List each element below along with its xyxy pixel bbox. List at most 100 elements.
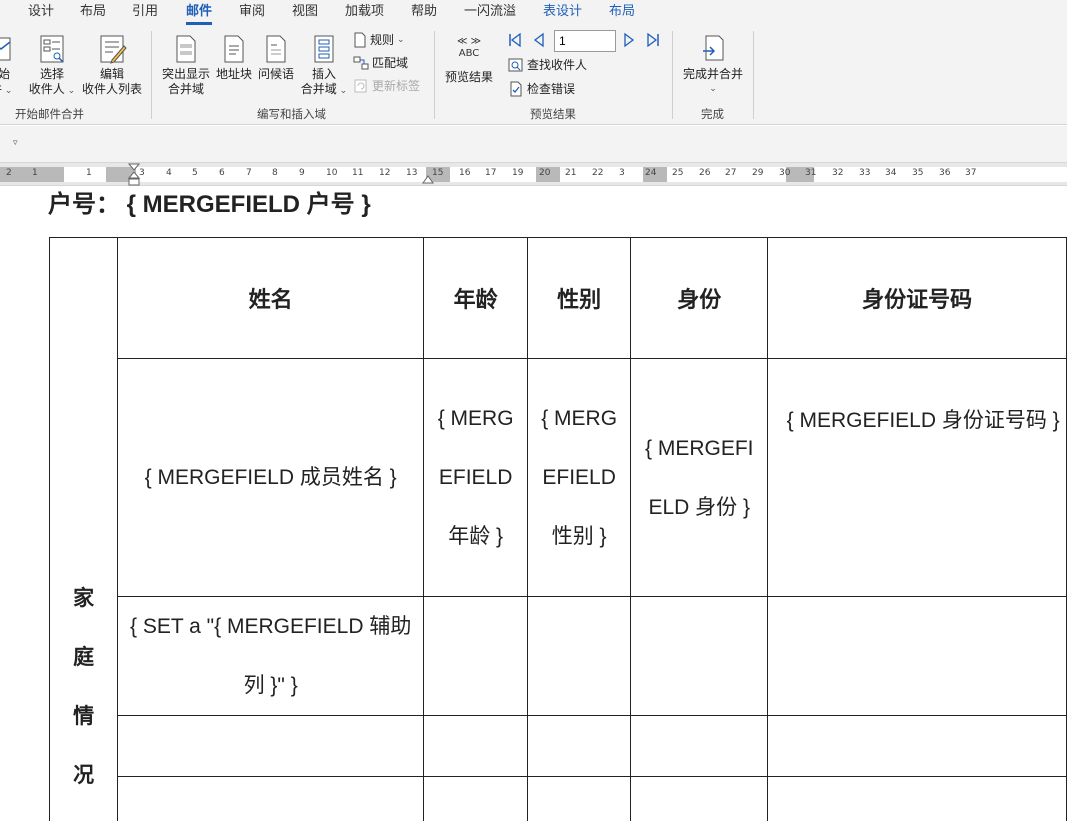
horizontal-ruler[interactable]: 2 1 1 3 4 5 6 7 8 9 10 11 12 13 15 16 17 19 20 21 22 3 24 25 26 2… <box>0 162 1067 186</box>
tab-review[interactable]: 审阅 <box>239 3 265 23</box>
table-row: { SET a "{ MERGEFIELD 辅助列 }" } <box>50 596 1067 716</box>
set-helper-field[interactable]: { SET a "{ MERGEFIELD 辅助列 }" } <box>117 596 425 716</box>
table-cell[interactable] <box>117 715 425 777</box>
find-recipient-button[interactable]: 查找收件人 <box>508 55 587 75</box>
group-separator <box>672 31 673 119</box>
table-cell[interactable] <box>767 715 1067 777</box>
insert-merge-field-button[interactable]: 插入 合并域 ⌄ <box>298 34 350 99</box>
table-cell[interactable] <box>117 776 425 821</box>
highlight-fields-label-1: 突出显示 <box>161 67 210 81</box>
ruler-number: 3 <box>139 168 145 178</box>
ruler-number: 21 <box>565 168 577 178</box>
tab-layout[interactable]: 布局 <box>80 3 106 23</box>
family-info-table-wrap: 家 庭 情 况 姓名 年龄 性别 身份 身份证号码 { MERGEFIELD 成… <box>48 237 1067 821</box>
table-cell[interactable] <box>527 596 632 716</box>
ruler-number: 13 <box>406 168 418 178</box>
last-record-icon[interactable] <box>645 32 661 48</box>
start-mail-merge-button[interactable]: 始 并 ⌄ <box>0 34 12 99</box>
ruler-number: 24 <box>645 168 657 178</box>
side-label-char: 况 <box>73 764 95 787</box>
record-number-input[interactable] <box>554 30 616 52</box>
match-fields-icon <box>353 56 369 70</box>
tab-references[interactable]: 引用 <box>132 3 158 23</box>
update-labels-button[interactable]: 更新标签 <box>353 76 420 96</box>
ruler-number: 1 <box>32 168 38 178</box>
tab-yishan[interactable]: 一闪流溢 <box>464 3 516 23</box>
ruler-number: 31 <box>805 168 817 178</box>
greeting-line-button[interactable]: 问候语 <box>256 34 296 82</box>
tab-mailings[interactable]: 邮件 <box>186 3 213 25</box>
ruler-number: 35 <box>912 168 924 178</box>
match-fields-label: 匹配域 <box>372 56 409 70</box>
ruler-number: 8 <box>272 168 278 178</box>
tab-addins[interactable]: 加载项 <box>345 3 384 23</box>
family-situation-label-cell[interactable]: 家 庭 情 况 <box>48 237 119 821</box>
header-name[interactable]: 姓名 <box>117 237 425 359</box>
ruler-number: 34 <box>885 168 897 178</box>
highlight-fields-label-2: 合并域 <box>167 82 204 96</box>
identity-field[interactable]: { MERGEFIELD 身份 } <box>630 358 769 597</box>
id-number-field[interactable]: { MERGEFIELD 身份证号码 } <box>767 358 1067 597</box>
ruler-number: 12 <box>379 168 391 178</box>
tab-table-layout[interactable]: 布局 <box>609 3 635 23</box>
edit-list-icon <box>100 35 127 64</box>
ribbon-tab-bar: 设计 布局 引用 邮件 审阅 视图 加载项 帮助 一闪流溢 表设计 布局 <box>0 0 1067 26</box>
table-cell[interactable] <box>423 715 529 777</box>
customize-toolbar-icon[interactable]: ▿ <box>13 138 18 148</box>
ruler-number: 33 <box>859 168 871 178</box>
select-recipients-button[interactable]: 选择 收件人 ⌄ <box>26 34 78 99</box>
table-cell[interactable] <box>767 596 1067 716</box>
member-name-field[interactable]: { MERGEFIELD 成员姓名 } <box>117 358 425 597</box>
insert-field-label-1: 插入 <box>311 67 336 81</box>
start-merge-label-1: 始 <box>0 67 10 81</box>
previous-record-icon[interactable] <box>531 32 547 48</box>
table-cell[interactable] <box>630 776 769 821</box>
first-record-icon[interactable] <box>507 32 523 48</box>
family-info-table[interactable]: 家 庭 情 况 姓名 年龄 性别 身份 身份证号码 { MERGEFIELD 成… <box>48 237 1067 821</box>
table-cell[interactable] <box>527 715 632 777</box>
header-age[interactable]: 年龄 <box>423 237 529 359</box>
chevron-down-icon: ⌄ <box>64 86 76 96</box>
document-page[interactable]: 户号： { MERGEFIELD 户号 } 家 庭 情 况 姓名 年龄 性别 身… <box>0 186 1067 821</box>
finish-merge-icon <box>703 35 724 61</box>
finish-and-merge-button[interactable]: 完成并合并 ⌄ <box>681 34 745 97</box>
table-cell[interactable] <box>630 715 769 777</box>
ruler-number: 17 <box>485 168 497 178</box>
rules-button[interactable]: 规则 ⌄ <box>353 30 405 50</box>
ribbon-mailings: 始 并 ⌄ 选择 收件人 ⌄ 编辑 收件人列表 开始邮件合并 <box>0 26 1067 125</box>
update-labels-icon <box>354 79 367 93</box>
tab-help[interactable]: 帮助 <box>411 3 437 23</box>
table-cell[interactable] <box>630 596 769 716</box>
ruler-number: 25 <box>672 168 684 178</box>
edit-recipient-list-button[interactable]: 编辑 收件人列表 <box>80 34 144 97</box>
preview-abc-icon: ≪ ≫ ABC <box>442 34 496 67</box>
gender-field[interactable]: { MERGEFIELD 性别 } <box>527 358 632 597</box>
mail-merge-icon <box>0 37 11 61</box>
rules-label: 规则 <box>370 33 395 47</box>
ruler-number: 36 <box>939 168 951 178</box>
chevron-down-icon: ⌄ <box>397 35 405 45</box>
address-block-button[interactable]: 地址块 <box>214 34 254 82</box>
next-record-icon[interactable] <box>621 32 637 48</box>
highlight-merge-fields-button[interactable]: 突出显示 合并域 <box>160 34 212 97</box>
table-cell[interactable] <box>423 776 529 821</box>
table-cell[interactable] <box>423 596 529 716</box>
group-separator <box>753 31 754 119</box>
age-field[interactable]: { MERGEFIELD 年龄 } <box>423 358 529 597</box>
table-cell[interactable] <box>527 776 632 821</box>
highlight-fields-icon <box>176 35 196 63</box>
tab-design[interactable]: 设计 <box>28 3 54 23</box>
header-gender[interactable]: 性别 <box>527 237 632 359</box>
group-label-start-mail-merge: 开始邮件合并 <box>15 107 84 121</box>
check-errors-button[interactable]: 检查错误 <box>508 79 575 99</box>
chevron-down-icon: ⌄ <box>709 84 717 94</box>
table-cell[interactable] <box>767 776 1067 821</box>
tab-view[interactable]: 视图 <box>292 3 318 23</box>
match-fields-button[interactable]: 匹配域 <box>353 53 408 73</box>
tab-table-design[interactable]: 表设计 <box>543 3 582 23</box>
header-identity[interactable]: 身份 <box>630 237 769 359</box>
header-id-number[interactable]: 身份证号码 <box>767 237 1067 359</box>
insert-field-icon <box>314 35 334 63</box>
group-label-write-insert: 编写和插入域 <box>257 107 326 121</box>
preview-results-button[interactable]: ≪ ≫ ABC 预览结果 <box>442 34 496 85</box>
